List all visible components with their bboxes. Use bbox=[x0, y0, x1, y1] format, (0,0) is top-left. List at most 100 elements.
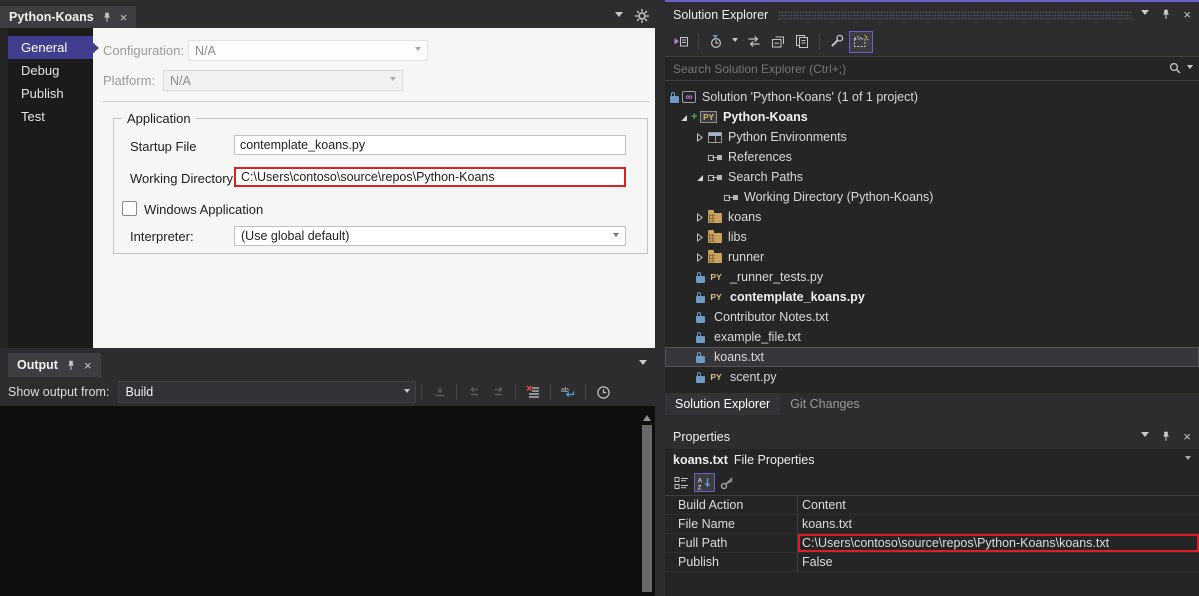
document-well-dropdown-caret-icon[interactable] bbox=[615, 11, 623, 21]
tree-item-search-paths[interactable]: Search Paths bbox=[665, 167, 1199, 187]
close-icon[interactable]: × bbox=[1183, 8, 1191, 21]
filter-dropdown-caret-icon[interactable] bbox=[732, 38, 738, 45]
titlebar-grip bbox=[778, 11, 1132, 20]
close-icon[interactable]: × bbox=[84, 359, 92, 372]
alphabetical-icon[interactable]: AZ bbox=[694, 473, 715, 492]
property-row-full-path[interactable]: Full Path C:\Users\contoso\source\repos\P… bbox=[665, 534, 1199, 553]
tree-item-libs[interactable]: libs bbox=[665, 227, 1199, 247]
tree-item-scent-py[interactable]: PY scent.py bbox=[665, 367, 1199, 387]
application-group-title: Application bbox=[122, 111, 196, 126]
search-options-caret-icon[interactable] bbox=[1187, 65, 1193, 72]
gear-icon[interactable] bbox=[635, 9, 649, 23]
tree-item-python-koans[interactable]: + PY Python-Koans bbox=[665, 107, 1199, 127]
property-row-build-action[interactable]: Build Action Content bbox=[665, 496, 1199, 515]
bottom-tab-git-changes[interactable]: Git Changes bbox=[780, 393, 869, 415]
property-value[interactable]: Content bbox=[798, 496, 1199, 514]
tree-item-runner[interactable]: runner bbox=[665, 247, 1199, 267]
property-value[interactable]: C:\Users\contoso\source\repos\Python-Koa… bbox=[798, 534, 1199, 552]
tree-item-contributor-notes-txt[interactable]: Contributor Notes.txt bbox=[665, 307, 1199, 327]
tree-item-example-file-txt[interactable]: example_file.txt bbox=[665, 327, 1199, 347]
divider bbox=[103, 101, 649, 102]
property-row-publish[interactable]: Publish False bbox=[665, 553, 1199, 572]
panel-dropdown-caret-icon[interactable] bbox=[639, 360, 647, 369]
property-value[interactable]: koans.txt bbox=[798, 515, 1199, 533]
previous-message-icon[interactable] bbox=[462, 381, 486, 403]
chevron-down-icon bbox=[613, 232, 619, 240]
timestamp-clock-icon[interactable] bbox=[591, 381, 615, 403]
tree-item-references[interactable]: References bbox=[665, 147, 1199, 167]
collapse-all-icon[interactable] bbox=[766, 31, 790, 53]
properties-titlebar[interactable]: Properties × bbox=[665, 424, 1199, 449]
switch-views-icon[interactable] bbox=[669, 31, 693, 53]
tree-item-contemplate-koans-py[interactable]: PY contemplate_koans.py bbox=[665, 287, 1199, 307]
expander-expanded-icon[interactable] bbox=[693, 173, 707, 182]
property-row-file-name[interactable]: File Name koans.txt bbox=[665, 515, 1199, 534]
configuration-dropdown[interactable]: N/A bbox=[188, 40, 428, 61]
tree-item-koans[interactable]: koans bbox=[665, 207, 1199, 227]
property-name[interactable]: Publish bbox=[665, 553, 798, 571]
windows-application-checkbox[interactable] bbox=[122, 201, 137, 216]
property-name[interactable]: Full Path bbox=[665, 534, 798, 552]
pending-changes-filter-icon[interactable] bbox=[704, 31, 728, 53]
tree-item-runner-tests-py[interactable]: PY _runner_tests.py bbox=[665, 267, 1199, 287]
word-wrap-icon[interactable]: ab bbox=[556, 381, 580, 403]
window-position-caret-icon[interactable] bbox=[1141, 10, 1150, 19]
expander-collapsed-icon[interactable] bbox=[693, 232, 707, 242]
nav-item-test[interactable]: Test bbox=[8, 105, 93, 128]
scroll-up-arrow-icon[interactable] bbox=[643, 411, 651, 421]
interpreter-dropdown[interactable]: (Use global default) bbox=[234, 226, 626, 246]
tree-item-python-environments[interactable]: Python Environments bbox=[665, 127, 1199, 147]
startup-file-input[interactable] bbox=[234, 135, 626, 155]
show-all-files-icon[interactable] bbox=[849, 30, 873, 53]
expander-collapsed-icon[interactable] bbox=[693, 132, 707, 142]
property-name[interactable]: Build Action bbox=[665, 496, 798, 514]
nav-item-general[interactable]: General bbox=[8, 36, 93, 59]
property-value[interactable]: False bbox=[798, 553, 1199, 571]
tree-item-solution-python-koans-1-of-1-project[interactable]: ∞ Solution 'Python-Koans' (1 of 1 project… bbox=[665, 87, 1199, 107]
output-content[interactable] bbox=[0, 406, 655, 596]
solution-explorer-titlebar[interactable]: Solution Explorer × bbox=[665, 2, 1199, 27]
tree-item-label: Solution 'Python-Koans' (1 of 1 project) bbox=[702, 90, 919, 104]
output-tab[interactable]: Output × bbox=[8, 353, 101, 377]
tree-item-label: scent.py bbox=[730, 370, 777, 384]
nav-item-debug[interactable]: Debug bbox=[8, 59, 93, 82]
working-directory-input[interactable] bbox=[234, 167, 626, 187]
pin-icon[interactable] bbox=[66, 360, 76, 371]
environments-icon bbox=[708, 131, 722, 143]
chevron-down-icon bbox=[415, 47, 421, 54]
clear-all-icon[interactable] bbox=[521, 381, 545, 403]
pin-icon[interactable] bbox=[1161, 9, 1171, 20]
tree-item-koans-txt[interactable]: koans.txt bbox=[665, 347, 1199, 367]
platform-dropdown[interactable]: N/A bbox=[163, 70, 403, 91]
output-source-dropdown[interactable]: Build bbox=[118, 381, 417, 403]
expander-collapsed-icon[interactable] bbox=[693, 212, 707, 222]
document-tab-python-koans[interactable]: Python-Koans × bbox=[0, 6, 137, 28]
lock-icon bbox=[695, 311, 705, 323]
output-scrollbar[interactable] bbox=[640, 411, 654, 594]
chevron-down-icon bbox=[1185, 456, 1191, 463]
next-message-icon[interactable] bbox=[486, 381, 510, 403]
tree-item-working-directory-python-koans[interactable]: Working Directory (Python-Koans) bbox=[665, 187, 1199, 207]
property-pages-icon[interactable] bbox=[717, 473, 738, 492]
close-icon[interactable]: × bbox=[1183, 430, 1191, 443]
sync-with-active-document-icon[interactable] bbox=[742, 31, 766, 53]
properties-wrench-icon[interactable] bbox=[825, 31, 849, 53]
output-scrollbar-thumb[interactable] bbox=[642, 425, 652, 592]
preview-selected-icon[interactable] bbox=[790, 31, 814, 53]
pin-icon[interactable] bbox=[102, 12, 112, 23]
categorized-icon[interactable] bbox=[671, 473, 692, 492]
pin-icon[interactable] bbox=[1161, 431, 1171, 442]
tree-item-label: koans bbox=[728, 210, 762, 224]
search-icon[interactable] bbox=[1169, 62, 1182, 75]
properties-object-selector[interactable]: koans.txt File Properties bbox=[665, 449, 1199, 470]
expander-collapsed-icon[interactable] bbox=[693, 252, 707, 262]
property-name[interactable]: File Name bbox=[665, 515, 798, 533]
nav-item-publish[interactable]: Publish bbox=[8, 82, 93, 105]
goto-message-icon[interactable] bbox=[427, 381, 451, 403]
expander-expanded-icon[interactable] bbox=[677, 113, 691, 122]
svg-text:Z: Z bbox=[698, 484, 702, 490]
bottom-tab-solution-explorer[interactable]: Solution Explorer bbox=[665, 393, 781, 415]
search-input[interactable] bbox=[671, 60, 1169, 77]
window-position-caret-icon[interactable] bbox=[1141, 432, 1150, 441]
close-icon[interactable]: × bbox=[120, 11, 128, 24]
